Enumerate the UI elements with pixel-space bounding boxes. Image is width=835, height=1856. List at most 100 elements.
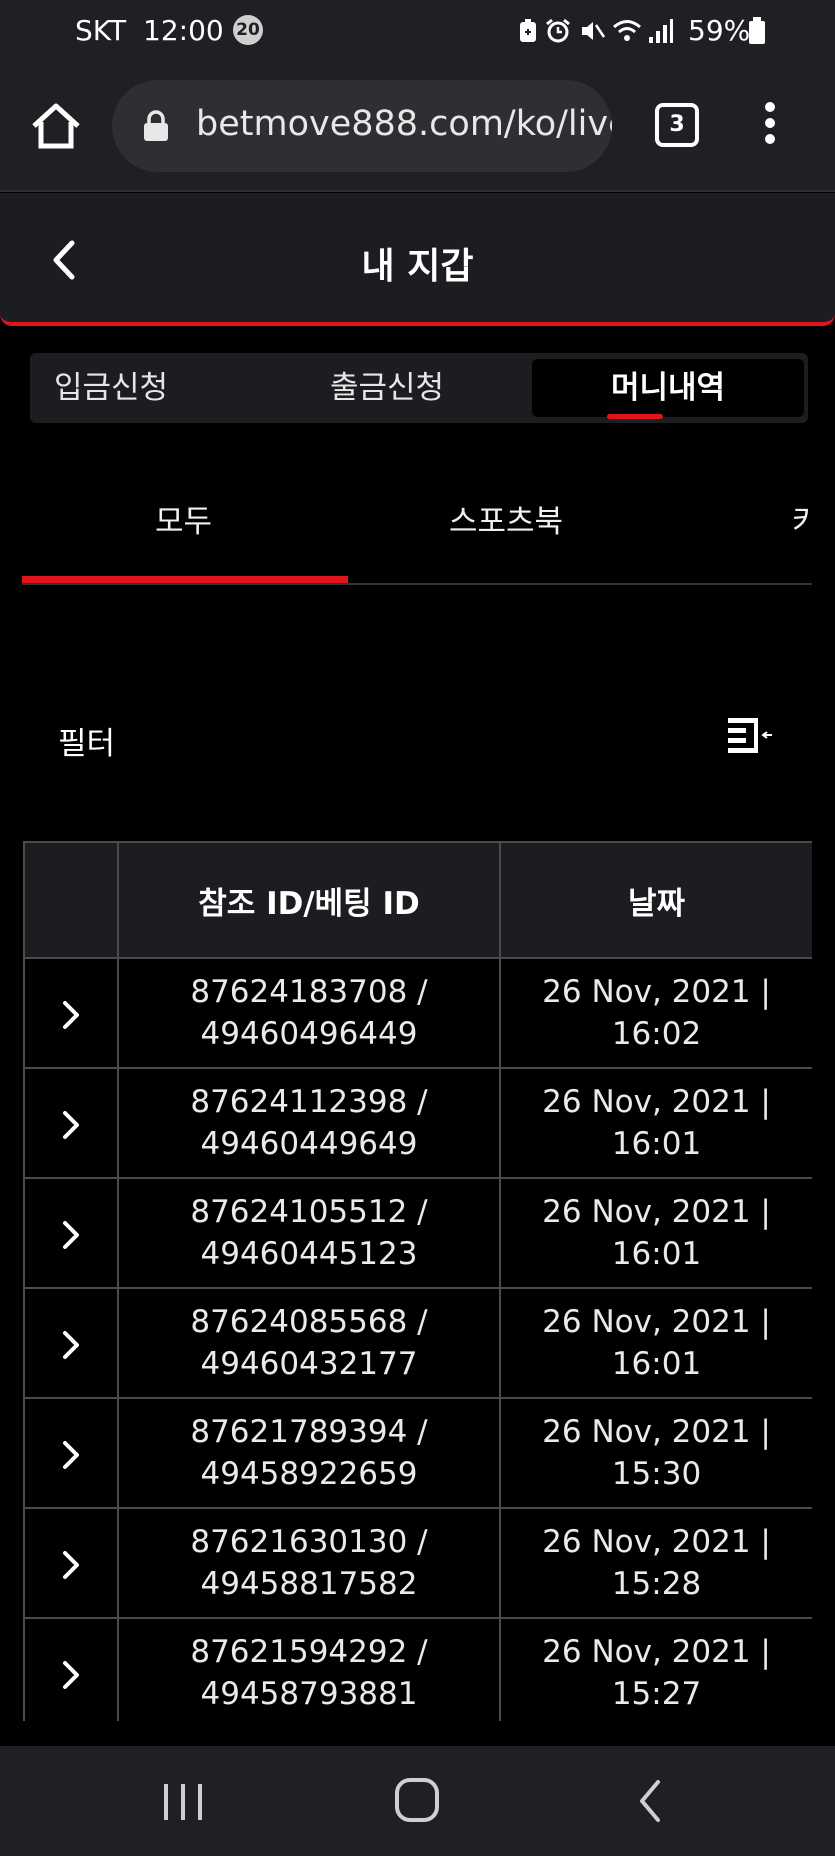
reference-id: 87624112398 / — [190, 1084, 428, 1120]
clock: 12:00 — [143, 14, 224, 47]
reference-id-cell: 87624085568 / 49460432177 — [117, 1287, 501, 1399]
chevron-right-icon[interactable] — [60, 1548, 82, 1582]
mute-icon — [582, 22, 606, 40]
date-cell: 26 Nov, 2021 | 15:30 — [499, 1397, 812, 1509]
chevron-right-icon[interactable] — [60, 1218, 82, 1252]
expand-cell[interactable] — [23, 1507, 119, 1619]
date-value: 26 Nov, 2021 | — [542, 1634, 771, 1670]
recent-apps-icon[interactable] — [160, 1782, 206, 1822]
tab-sportsbook[interactable]: 스포츠북 — [449, 496, 563, 541]
reference-id: 87624105512 / — [190, 1194, 428, 1230]
tab-switcher-button[interactable]: 3 — [655, 103, 699, 147]
reference-id: 87624183708 / — [190, 974, 428, 1010]
time-value: 16:02 — [611, 1016, 702, 1052]
expand-cell[interactable] — [23, 1617, 119, 1721]
filter-icon[interactable] — [726, 714, 776, 758]
wallet-tabs: 입금신청 출금신청 머니내역 — [30, 353, 808, 423]
expand-cell[interactable] — [23, 1067, 119, 1179]
reference-id-cell: 87621789394 / 49458922659 — [117, 1397, 501, 1509]
date-cell: 26 Nov, 2021 | 15:27 — [499, 1617, 812, 1721]
chevron-right-icon[interactable] — [60, 1328, 82, 1362]
active-tab-indicator — [607, 414, 663, 419]
bet-id: 49460449649 — [200, 1126, 418, 1162]
date-value: 26 Nov, 2021 | — [542, 974, 771, 1010]
reference-id-cell: 87621594292 / 49458793881 — [117, 1617, 501, 1721]
table-row[interactable]: 87624085568 / 49460432177 26 Nov, 2021 | 1… — [23, 1287, 812, 1399]
table-row[interactable]: 87624183708 / 49460496449 26 Nov, 2021 | 1… — [23, 957, 812, 1069]
table-row[interactable]: 87621630130 / 49458817582 26 Nov, 2021 | 1… — [23, 1507, 812, 1619]
header-reference-id[interactable]: 참조 ID/베팅 ID — [117, 841, 501, 959]
time-value: 15:30 — [611, 1456, 702, 1492]
table-row[interactable]: 87624112398 / 49460449649 26 Nov, 2021 | 1… — [23, 1067, 812, 1179]
chevron-right-icon[interactable] — [60, 998, 82, 1032]
date-cell: 26 Nov, 2021 | 16:02 — [499, 957, 812, 1069]
bet-id: 49458922659 — [200, 1456, 418, 1492]
reference-id: 87621630130 / — [190, 1524, 428, 1560]
lock-icon — [144, 110, 168, 141]
browser-toolbar: betmove888.com/ko/live 3 — [0, 62, 835, 192]
bet-id: 49460432177 — [200, 1346, 418, 1382]
url-text[interactable]: betmove888.com/ko/live — [196, 104, 612, 144]
address-bar[interactable]: betmove888.com/ko/live — [112, 80, 612, 172]
reference-id: 87621789394 / — [190, 1414, 428, 1450]
transaction-table: 참조 ID/베팅 ID 날짜 87624183708 / 49460496449 … — [23, 841, 812, 1721]
browser-menu-icon[interactable] — [760, 102, 780, 152]
home-icon[interactable] — [393, 1776, 441, 1824]
browser-home-icon[interactable] — [30, 100, 82, 152]
expand-cell[interactable] — [23, 1287, 119, 1399]
status-icons — [518, 14, 674, 48]
table-header-row: 참조 ID/베팅 ID 날짜 — [23, 841, 812, 959]
system-nav-bar — [0, 1746, 835, 1856]
page-title: 내 지갑 — [361, 246, 474, 287]
tab-withdrawal-request[interactable]: 출금신청 — [330, 359, 444, 417]
battery-saver-icon — [520, 19, 536, 42]
tab-all[interactable]: 모두 — [155, 496, 212, 541]
expand-cell[interactable] — [23, 1397, 119, 1509]
date-cell: 26 Nov, 2021 | 16:01 — [499, 1177, 812, 1289]
date-cell: 26 Nov, 2021 | 15:28 — [499, 1507, 812, 1619]
tab-casino[interactable]: 카 — [792, 496, 812, 541]
date-value: 26 Nov, 2021 | — [542, 1304, 771, 1340]
date-cell: 26 Nov, 2021 | 16:01 — [499, 1287, 812, 1399]
tab-money-history[interactable]: 머니내역 — [532, 359, 804, 417]
bet-id: 49458793881 — [200, 1676, 418, 1712]
battery-icon — [749, 17, 765, 44]
chevron-right-icon[interactable] — [60, 1438, 82, 1472]
reference-id-cell: 87621630130 / 49458817582 — [117, 1507, 501, 1619]
carrier-label: SKT — [75, 14, 127, 47]
reference-id-cell: 87624183708 / 49460496449 — [117, 957, 501, 1069]
expand-cell[interactable] — [23, 957, 119, 1069]
time-value: 16:01 — [611, 1346, 702, 1382]
header-date[interactable]: 날짜 — [499, 841, 812, 959]
date-value: 26 Nov, 2021 | — [542, 1524, 771, 1560]
bet-id: 49460445123 — [200, 1236, 418, 1272]
expand-cell[interactable] — [23, 1177, 119, 1289]
table-row[interactable]: 87621594292 / 49458793881 26 Nov, 2021 | 1… — [23, 1617, 812, 1721]
back-icon[interactable] — [636, 1778, 664, 1824]
header-expand — [23, 841, 119, 959]
wifi-icon — [613, 20, 641, 41]
reference-id-cell: 87624105512 / 49460445123 — [117, 1177, 501, 1289]
date-cell: 26 Nov, 2021 | 16:01 — [499, 1067, 812, 1179]
filter-label: 필터 — [58, 726, 116, 762]
chevron-right-icon[interactable] — [60, 1658, 82, 1692]
signal-icon — [649, 19, 673, 43]
alarm-icon — [546, 18, 570, 43]
reference-id-cell: 87624112398 / 49460449649 — [117, 1067, 501, 1179]
category-active-indicator — [22, 576, 348, 583]
chevron-right-icon[interactable] — [60, 1108, 82, 1142]
table-row[interactable]: 87624105512 / 49460445123 26 Nov, 2021 | 1… — [23, 1177, 812, 1289]
table-row[interactable]: 87621789394 / 49458922659 26 Nov, 2021 | 1… — [23, 1397, 812, 1509]
date-value: 26 Nov, 2021 | — [542, 1194, 771, 1230]
battery-percent: 59% — [688, 14, 751, 47]
time-value: 15:27 — [611, 1676, 702, 1712]
category-tabs: 모두 스포츠북 카 — [22, 470, 812, 585]
date-value: 26 Nov, 2021 | — [542, 1414, 771, 1450]
reference-id: 87621594292 / — [190, 1634, 428, 1670]
bet-id: 49460496449 — [200, 1016, 418, 1052]
time-value: 15:28 — [611, 1566, 702, 1602]
status-bar: SKT 12:00 20 59% — [0, 0, 835, 62]
notification-count-badge: 20 — [233, 15, 263, 45]
tab-deposit-request[interactable]: 입금신청 — [54, 359, 168, 417]
bet-id: 49458817582 — [200, 1566, 418, 1602]
